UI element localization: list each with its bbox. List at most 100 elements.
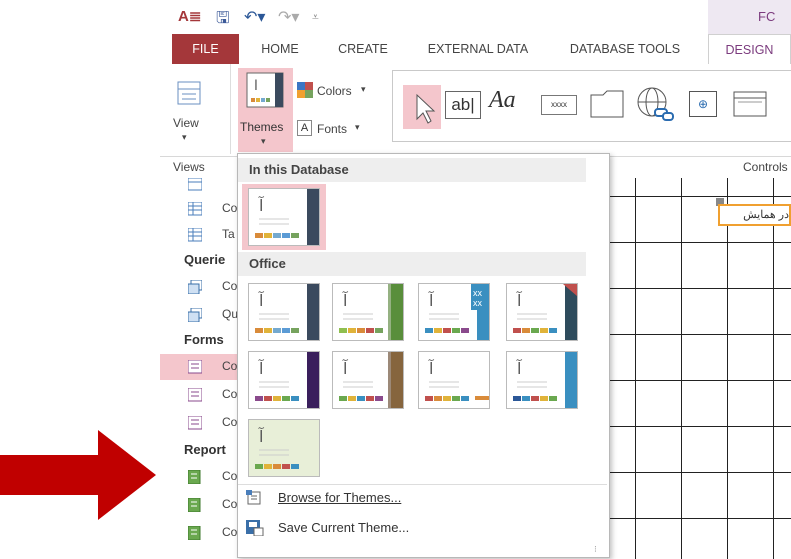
tab-database-tools[interactable]: DATABASE TOOLS [564,34,686,64]
save-theme-icon [246,520,264,536]
svg-text:xx: xx [473,298,483,308]
fonts-icon: A [297,120,312,136]
theme-current[interactable]: آ [248,188,320,246]
themes-label: Themes [240,120,284,134]
tab-file[interactable]: FILE [172,34,239,64]
theme-office[interactable]: آ [248,283,320,341]
themes-button[interactable]: ا Themes ▾ [238,68,293,152]
form-label-control[interactable]: در همایش [718,204,791,226]
save-icon[interactable]: 🖫 [216,7,230,34]
controls-gallery[interactable]: ab| Aa xxxx ⊕ [392,70,791,142]
report-icon [188,498,201,512]
theme-integral[interactable]: آ [332,283,404,341]
nav-item-label: Co [222,359,238,373]
nav-item-label: Qu [222,307,239,321]
nav-item-query[interactable]: Co [160,274,238,300]
nav-item-form[interactable]: Co [160,410,238,436]
tab-control-icon[interactable] [589,89,625,119]
nav-item-table[interactable]: Ta [160,222,238,248]
theme-slice[interactable]: آ [418,351,490,409]
resize-grip-icon[interactable]: ⁝ [594,544,597,555]
section-header-office: Office [238,252,586,276]
form-icon [188,388,202,402]
tab-design[interactable]: DESIGN [708,34,791,65]
themes-dropdown: In this Database آ Office آ آ xx xx آ آ … [237,153,610,558]
theme-thumbnail-icon: آ [249,284,319,340]
fonts-dropdown-icon: ▾ [355,122,360,132]
form-icon [188,416,202,430]
divider [230,64,231,154]
nav-item-report[interactable]: Co [160,520,238,546]
theme-ion[interactable]: xx xx آ [418,283,490,341]
view-button[interactable] [174,80,204,108]
nav-item-report[interactable]: Co [160,464,238,490]
theme-thumbnail-icon: آ [419,352,489,408]
tab-home[interactable]: HOME [256,34,304,64]
nav-header-forms[interactable]: Forms [184,332,224,347]
form-design-grid[interactable] [600,178,791,559]
colors-icon [297,82,313,98]
label-control-icon[interactable]: Aa [489,87,516,114]
nav-item-label: Co [222,387,238,401]
browse-for-themes-item[interactable]: Browse for Themes... [238,485,607,511]
nav-item-table[interactable]: Co [160,196,238,222]
title-bar: A≣ 🖫 ↶▾ ↷▾ ⩡ FC [160,0,791,34]
theme-thumbnail-icon: آ [249,352,319,408]
table-icon [188,178,202,191]
context-tab-header: FC [708,0,791,34]
theme-retrospect[interactable]: آ [332,351,404,409]
nav-header-queries[interactable]: Querie [184,252,225,267]
theme-facet[interactable]: آ [248,419,320,477]
nav-item-label: Co [222,469,238,483]
browse-icon [246,490,261,505]
web-browser-icon[interactable]: ⊕ [689,91,717,117]
themes-icon: ا [246,72,284,108]
tab-create[interactable]: CREATE [332,34,394,64]
colors-label: Colors [317,84,352,98]
form-icon [188,360,202,374]
save-current-theme-item[interactable]: Save Current Theme... [238,515,607,541]
theme-thumbnail-icon: آ [333,352,403,408]
theme-wisp[interactable]: آ [506,351,578,409]
view-dropdown-icon[interactable]: ▾ [182,132,187,143]
controls-group-label: Controls [743,160,788,174]
views-group-label: Views [173,160,205,174]
redo-icon[interactable]: ↷▾ [278,7,299,27]
query-icon [188,308,202,322]
navigation-control-icon[interactable] [733,91,767,117]
theme-organic[interactable]: آ [248,351,320,409]
text-box-icon[interactable]: ab| [445,91,481,119]
themes-dropdown-icon: ▾ [261,136,266,146]
section-header-database: In this Database [238,158,586,182]
theme-ion-boardroom[interactable]: آ [506,283,578,341]
svg-text:xx: xx [473,288,483,298]
table-icon [188,228,202,242]
access-logo-icon: A≣ [178,8,202,25]
undo-icon[interactable]: ↶▾ [244,7,265,27]
view-label: View [173,116,199,130]
query-icon [188,280,202,294]
fonts-label: Fonts [317,122,348,136]
theme-thumbnail-icon: آ [507,352,577,408]
button-control-icon[interactable]: xxxx [541,95,577,115]
nav-item-label: Co [222,279,238,293]
svg-text:ا: ا [254,78,258,94]
customize-qat-icon[interactable]: ⩡ [312,10,319,25]
nav-item-label: Ta [222,227,235,241]
hyperlink-icon[interactable] [635,85,675,123]
nav-item-report[interactable]: Co [160,492,238,518]
tab-external-data[interactable]: EXTERNAL DATA [420,34,536,64]
nav-item-form[interactable]: Co [160,382,238,408]
nav-item-label: Co [222,497,238,511]
nav-item-form-selected[interactable]: Co [160,354,238,380]
ribbon-tabs: FILE HOME CREATE EXTERNAL DATA DATABASE … [160,34,791,65]
nav-header-reports[interactable]: Report [184,442,226,457]
colors-dropdown-icon: ▾ [361,84,366,94]
ribbon: View ▾ ا Themes ▾ Colors ▾ A Fonts ▾ ab| [160,64,791,156]
report-icon [188,526,201,540]
select-pointer-icon[interactable] [403,85,441,129]
nav-item-query[interactable]: Qu [160,302,238,328]
table-icon [188,202,202,216]
browse-label: Browse for Themes... [278,490,402,505]
red-arrow-icon [0,430,156,520]
